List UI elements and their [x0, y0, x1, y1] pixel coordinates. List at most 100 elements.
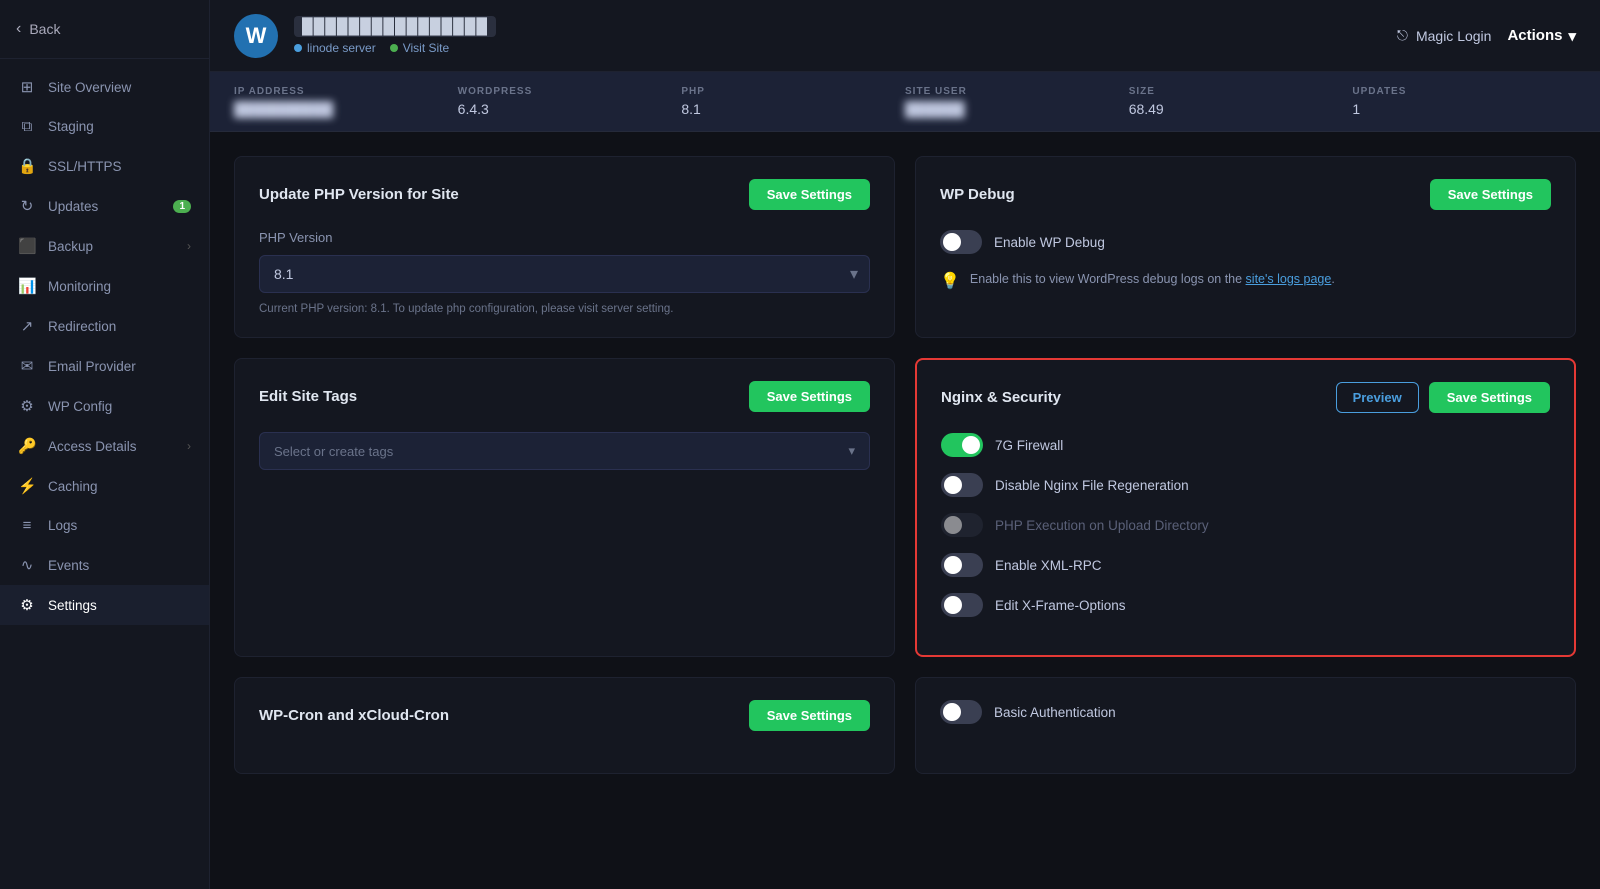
sidebar-icon-email-provider: ✉ [18, 357, 36, 375]
wp-debug-title: WP Debug [940, 186, 1015, 203]
sidebar-item-logs[interactable]: ≡ Logs [0, 506, 209, 545]
sidebar-label-access-details: Access Details [48, 439, 175, 454]
sidebar-badge-updates: 1 [173, 200, 191, 213]
sidebar-label-staging: Staging [48, 119, 191, 134]
wp-cron-card: WP-Cron and xCloud-Cron Save Settings [234, 677, 895, 774]
stat-label: UPDATES [1352, 86, 1576, 97]
php-version-card: Update PHP Version for Site Save Setting… [234, 156, 895, 338]
tags-chevron-icon: ▾ [848, 443, 855, 459]
wp-debug-card-header: WP Debug Save Settings [940, 179, 1551, 210]
toggle-row-enable-xmlrpc: Enable XML-RPC [941, 553, 1550, 577]
basic-auth-toggle-row: Basic Authentication [940, 700, 1551, 724]
nginx-security-header: Nginx & Security Preview Save Settings [941, 382, 1550, 413]
sidebar-icon-site-overview: ⊞ [18, 78, 36, 96]
toggle-enable-xmlrpc[interactable] [941, 553, 983, 577]
php-version-save-button[interactable]: Save Settings [749, 179, 870, 210]
sidebar-item-staging[interactable]: ⧉ Staging [0, 107, 209, 146]
debug-link[interactable]: site's logs page [1246, 272, 1332, 286]
actions-label: Actions [1507, 27, 1562, 44]
php-version-select[interactable]: 8.1 8.0 7.4 7.3 [259, 255, 870, 293]
tags-input[interactable]: Select or create tags ▾ [259, 432, 870, 470]
edit-tags-save-button[interactable]: Save Settings [749, 381, 870, 412]
sidebar-item-events[interactable]: ∿ Events [0, 545, 209, 585]
sidebar-item-updates[interactable]: ↻ Updates 1 [0, 186, 209, 226]
toggle-knob-php-execution [944, 516, 962, 534]
sidebar-icon-events: ∿ [18, 556, 36, 574]
visit-site-link[interactable]: Visit Site [390, 41, 449, 55]
wp-debug-card: WP Debug Save Settings Enable WP Debug 💡… [915, 156, 1576, 338]
sidebar-item-site-overview[interactable]: ⊞ Site Overview [0, 67, 209, 107]
tags-placeholder: Select or create tags [274, 444, 393, 459]
back-arrow-icon: ‹ [16, 20, 21, 38]
sidebar-icon-backup: ⬛ [18, 237, 36, 255]
toggle-x-frame-options[interactable] [941, 593, 983, 617]
linode-dot [294, 44, 302, 52]
basic-auth-label: Basic Authentication [994, 705, 1116, 720]
stat-size: SIZE 68.49 [1129, 74, 1353, 129]
toggle-knob-7g-firewall [962, 436, 980, 454]
magic-login-label: Magic Login [1416, 28, 1492, 44]
sidebar-item-caching[interactable]: ⚡ Caching [0, 466, 209, 506]
toggle-row-php-execution: PHP Execution on Upload Directory [941, 513, 1550, 537]
sidebar-item-wp-config[interactable]: ⚙ WP Config [0, 386, 209, 426]
magic-login-button[interactable]: ⎋ Magic Login [1397, 27, 1492, 44]
sidebar-label-events: Events [48, 558, 191, 573]
toggle-7g-firewall[interactable] [941, 433, 983, 457]
stat-ip-address: IP ADDRESS ██████████ [234, 74, 458, 129]
sidebar-icon-monitoring: 📊 [18, 277, 36, 295]
wp-debug-toggle[interactable] [940, 230, 982, 254]
toggle-knob-x-frame-options [944, 596, 962, 614]
back-button[interactable]: ‹ Back [0, 0, 209, 59]
site-links: linode server Visit Site [294, 41, 496, 55]
sidebar-item-email-provider[interactable]: ✉ Email Provider [0, 346, 209, 386]
sidebar-item-monitoring[interactable]: 📊 Monitoring [0, 266, 209, 306]
wp-debug-toggle-label: Enable WP Debug [994, 235, 1105, 250]
wp-cron-save-button[interactable]: Save Settings [749, 700, 870, 731]
nginx-preview-button[interactable]: Preview [1336, 382, 1419, 413]
sidebar-item-backup[interactable]: ⬛ Backup › [0, 226, 209, 266]
sidebar-icon-redirection: ↗ [18, 317, 36, 335]
sidebar-icon-access-details: 🔑 [18, 437, 36, 455]
toggle-disable-nginx[interactable] [941, 473, 983, 497]
site-info: ████████████████ linode server Visit Sit… [294, 16, 496, 55]
nginx-security-title: Nginx & Security [941, 389, 1061, 406]
stat-wordpress: WORDPRESS 6.4.3 [458, 74, 682, 129]
stat-value: ██████ [905, 101, 1129, 117]
sidebar-icon-logs: ≡ [18, 517, 36, 534]
linode-label: linode server [307, 41, 376, 55]
nginx-toggles-list: 7G Firewall Disable Nginx File Regenerat… [941, 433, 1550, 617]
sidebar-icon-caching: ⚡ [18, 477, 36, 495]
php-version-select-wrapper: 8.1 8.0 7.4 7.3 ▾ [259, 255, 870, 293]
topbar-right: ⎋ Magic Login Actions ▾ [1397, 27, 1576, 45]
info-icon: 💡 [940, 271, 960, 291]
wp-debug-save-button[interactable]: Save Settings [1430, 179, 1551, 210]
wp-debug-toggle-row: Enable WP Debug [940, 230, 1551, 254]
edit-tags-header: Edit Site Tags Save Settings [259, 381, 870, 412]
toggle-label-x-frame-options: Edit X-Frame-Options [995, 598, 1126, 613]
sidebar-label-ssl-https: SSL/HTTPS [48, 159, 191, 174]
sidebar-item-ssl-https[interactable]: 🔒 SSL/HTTPS [0, 146, 209, 186]
stat-value: ██████████ [234, 101, 458, 117]
sidebar-item-settings[interactable]: ⚙ Settings [0, 585, 209, 625]
basic-auth-toggle[interactable] [940, 700, 982, 724]
basic-auth-card: Basic Authentication [915, 677, 1576, 774]
sidebar-icon-wp-config: ⚙ [18, 397, 36, 415]
stat-label: SITE USER [905, 86, 1129, 97]
stat-php: PHP 8.1 [681, 74, 905, 129]
actions-button[interactable]: Actions ▾ [1507, 27, 1576, 45]
stat-value: 6.4.3 [458, 101, 682, 117]
sidebar-item-access-details[interactable]: 🔑 Access Details › [0, 426, 209, 466]
nginx-security-card: Nginx & Security Preview Save Settings 7… [915, 358, 1576, 657]
toggle-knob-disable-nginx [944, 476, 962, 494]
php-version-card-header: Update PHP Version for Site Save Setting… [259, 179, 870, 210]
edit-tags-title: Edit Site Tags [259, 388, 357, 405]
linode-server-link[interactable]: linode server [294, 41, 376, 55]
sidebar-label-site-overview: Site Overview [48, 80, 191, 95]
sidebar-item-redirection[interactable]: ↗ Redirection [0, 306, 209, 346]
sidebar-chevron-backup: › [187, 239, 191, 253]
wp-cron-title: WP-Cron and xCloud-Cron [259, 707, 449, 724]
stat-label: WORDPRESS [458, 86, 682, 97]
php-version-helper: Current PHP version: 8.1. To update php … [259, 303, 870, 315]
nginx-save-button[interactable]: Save Settings [1429, 382, 1550, 413]
sidebar: ‹ Back ⊞ Site Overview ⧉ Staging 🔒 SSL/H… [0, 0, 210, 889]
